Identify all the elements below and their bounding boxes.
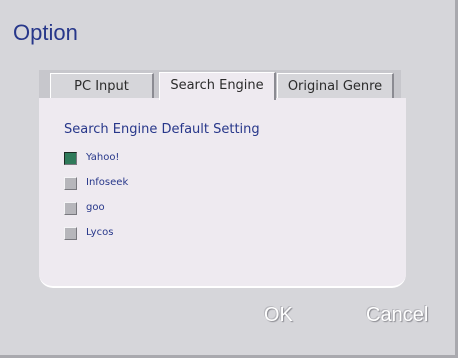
checkbox-infoseek[interactable] — [64, 177, 77, 190]
option-label: Infoseek — [86, 177, 129, 188]
dialog-title: Option — [13, 20, 78, 45]
search-engine-panel: Search Engine Default Setting Yahoo! Inf… — [39, 98, 406, 288]
option-label: Yahoo! — [86, 152, 120, 163]
checkbox-lycos[interactable] — [64, 227, 77, 240]
option-label: goo — [86, 202, 105, 213]
tab-pc-input[interactable]: PC Input — [50, 73, 154, 98]
section-title: Search Engine Default Setting — [64, 122, 260, 137]
ok-button[interactable]: OK — [264, 304, 293, 327]
option-dialog: Option PC Input Search Engine Original G… — [0, 0, 458, 358]
checkbox-goo[interactable] — [64, 202, 77, 215]
checkbox-yahoo[interactable] — [64, 152, 77, 165]
tab-search-engine[interactable]: Search Engine — [159, 72, 276, 100]
tab-original-genre[interactable]: Original Genre — [277, 73, 394, 98]
cancel-button[interactable]: Cancel — [366, 304, 428, 327]
option-label: Lycos — [86, 227, 114, 238]
